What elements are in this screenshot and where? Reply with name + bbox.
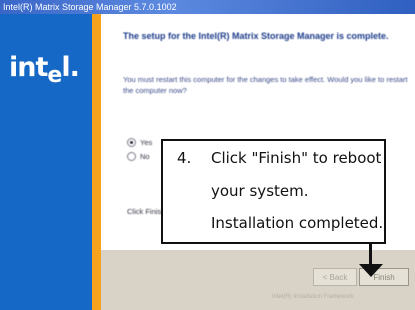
window-title-bar[interactable]: Intel(R) Matrix Storage Manager 5.7.0.10… — [0, 0, 415, 14]
instruction-callout: 4. Click "Finish" to reboot your system.… — [161, 139, 386, 244]
down-arrow-icon — [359, 264, 383, 277]
brand-panel: intel. — [0, 14, 92, 310]
arrow-shaft — [369, 244, 372, 266]
restart-prompt: You must restart this computer for the c… — [123, 75, 408, 95]
step-number: 4. — [177, 149, 192, 167]
button-bar: < Back Finish — [101, 250, 415, 310]
accent-stripe — [92, 14, 101, 310]
radio-yes-option[interactable]: Yes — [127, 138, 152, 147]
completion-heading: The setup for the Intel(R) Matrix Storag… — [123, 31, 389, 41]
radio-button-no[interactable] — [127, 152, 136, 161]
radio-no-option[interactable]: No — [127, 152, 150, 161]
radio-yes-label: Yes — [140, 138, 153, 147]
installer-footer: Intel(R) Installation Framework — [272, 294, 354, 300]
radio-no-label: No — [140, 152, 150, 161]
callout-line-1: Click "Finish" to reboot — [211, 149, 382, 167]
back-button[interactable]: < Back — [313, 268, 357, 286]
window-title: Intel(R) Matrix Storage Manager 5.7.0.10… — [3, 2, 177, 12]
callout-line-2: your system. — [211, 182, 309, 200]
intel-logo: intel. — [9, 52, 80, 88]
instruction-text: Click Finish — [127, 207, 166, 216]
radio-button-yes[interactable] — [127, 138, 136, 147]
callout-line-3: Installation completed. — [211, 214, 384, 232]
